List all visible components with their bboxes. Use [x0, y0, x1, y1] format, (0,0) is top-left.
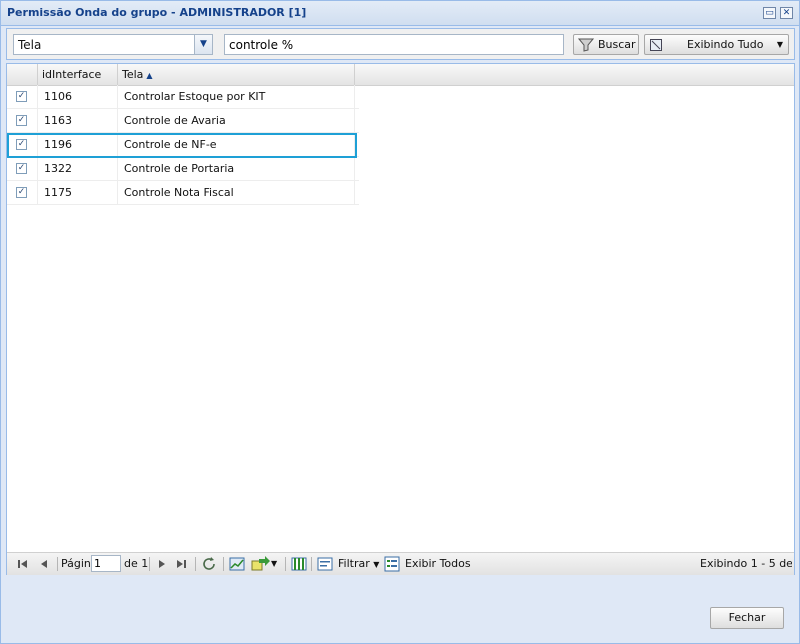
- dialog-window: Permissão Onda do grupo - ADMINISTRADOR …: [0, 0, 800, 644]
- table-row[interactable]: ✓ 1106 Controlar Estoque por KIT: [7, 85, 359, 109]
- grid-header: idInterface Tela ▲: [7, 64, 794, 86]
- filter-label: Filtrar: [338, 557, 370, 570]
- field-select[interactable]: Tela ▼: [13, 34, 213, 55]
- separator: [57, 557, 58, 571]
- list-icon: [384, 556, 400, 572]
- paging-toolbar: Página de 1 ▼ Filtrar ▼ Exibir Todos Exi…: [7, 552, 794, 575]
- filter-icon: [317, 557, 333, 571]
- row-checkbox[interactable]: ✓: [16, 187, 27, 198]
- separator: [311, 557, 312, 571]
- header-tela[interactable]: Tela ▲: [118, 64, 355, 85]
- header-idinterface-label: idInterface: [42, 68, 102, 81]
- search-button[interactable]: Buscar: [573, 34, 639, 55]
- table-row[interactable]: ✓ 1322 Controle de Portaria: [7, 157, 359, 181]
- cell-id: 1106: [38, 85, 118, 108]
- next-page-icon[interactable]: [155, 556, 169, 572]
- funnel-icon: [578, 38, 594, 52]
- search-button-label: Buscar: [598, 38, 636, 51]
- cell-id: 1175: [38, 181, 118, 204]
- row-checkbox[interactable]: ✓: [16, 163, 27, 174]
- export-dropdown-icon[interactable]: ▼: [271, 556, 277, 572]
- cell-tela: Controle de NF-e: [118, 133, 355, 156]
- view-mode-button[interactable]: Exibindo Tudo ▼: [644, 34, 789, 55]
- first-page-icon[interactable]: [15, 556, 29, 572]
- maximize-icon[interactable]: ▭: [763, 7, 776, 19]
- separator: [223, 557, 224, 571]
- data-grid: idInterface Tela ▲ ✓ 1106 Controlar Estoq…: [6, 63, 795, 575]
- close-button[interactable]: Fechar: [710, 607, 784, 629]
- sort-ascending-icon: ▲: [146, 71, 153, 80]
- document-icon: [650, 39, 662, 51]
- header-tela-label: Tela: [122, 68, 144, 81]
- dropdown-arrow-icon: ▼: [776, 40, 783, 49]
- table-row[interactable]: ✓ 1196 Controle de NF-e: [7, 133, 359, 157]
- chart-icon[interactable]: [229, 556, 245, 572]
- cell-id: 1322: [38, 157, 118, 180]
- cell-tela: Controle de Portaria: [118, 157, 355, 180]
- filter-button[interactable]: Filtrar ▼: [338, 556, 379, 572]
- last-page-icon[interactable]: [175, 556, 189, 572]
- show-all-button[interactable]: Exibir Todos: [405, 556, 471, 572]
- separator: [149, 557, 150, 571]
- previous-page-icon[interactable]: [37, 556, 51, 572]
- table-row[interactable]: ✓ 1175 Controle Nota Fiscal: [7, 181, 359, 205]
- display-info: Exibindo 1 - 5 de 5: [700, 557, 792, 570]
- view-mode-label: Exibindo Tudo: [687, 38, 764, 51]
- export-icon[interactable]: [251, 556, 271, 572]
- row-checkbox[interactable]: ✓: [16, 91, 27, 102]
- cell-tela: Controlar Estoque por KIT: [118, 85, 355, 108]
- refresh-icon[interactable]: [201, 556, 217, 572]
- row-checkbox[interactable]: ✓: [16, 115, 27, 126]
- title-bar[interactable]: Permissão Onda do grupo - ADMINISTRADOR …: [1, 1, 799, 26]
- dialog-footer: Fechar: [1, 597, 799, 643]
- columns-icon[interactable]: [291, 556, 307, 572]
- cell-tela: Controle de Avaria: [118, 109, 355, 132]
- cell-tela: Controle Nota Fiscal: [118, 181, 355, 204]
- chevron-down-icon[interactable]: ▼: [194, 35, 212, 54]
- header-idinterface[interactable]: idInterface: [38, 64, 118, 85]
- page-count-label: de 1: [124, 557, 149, 570]
- header-checkbox-column[interactable]: [7, 64, 38, 85]
- separator: [285, 557, 286, 571]
- separator: [195, 557, 196, 571]
- search-toolbar: Tela ▼ Buscar Exibindo Tudo ▼: [6, 28, 795, 60]
- page-number-input[interactable]: [91, 555, 121, 572]
- table-row[interactable]: ✓ 1163 Controle de Avaria: [7, 109, 359, 133]
- window-title: Permissão Onda do grupo - ADMINISTRADOR …: [7, 6, 307, 19]
- close-icon[interactable]: ✕: [780, 7, 793, 19]
- row-checkbox[interactable]: ✓: [16, 139, 27, 150]
- filter-dropdown-icon: ▼: [373, 560, 380, 569]
- search-input[interactable]: [224, 34, 564, 55]
- cell-id: 1196: [38, 133, 118, 156]
- cell-id: 1163: [38, 109, 118, 132]
- field-select-value: Tela: [18, 38, 42, 52]
